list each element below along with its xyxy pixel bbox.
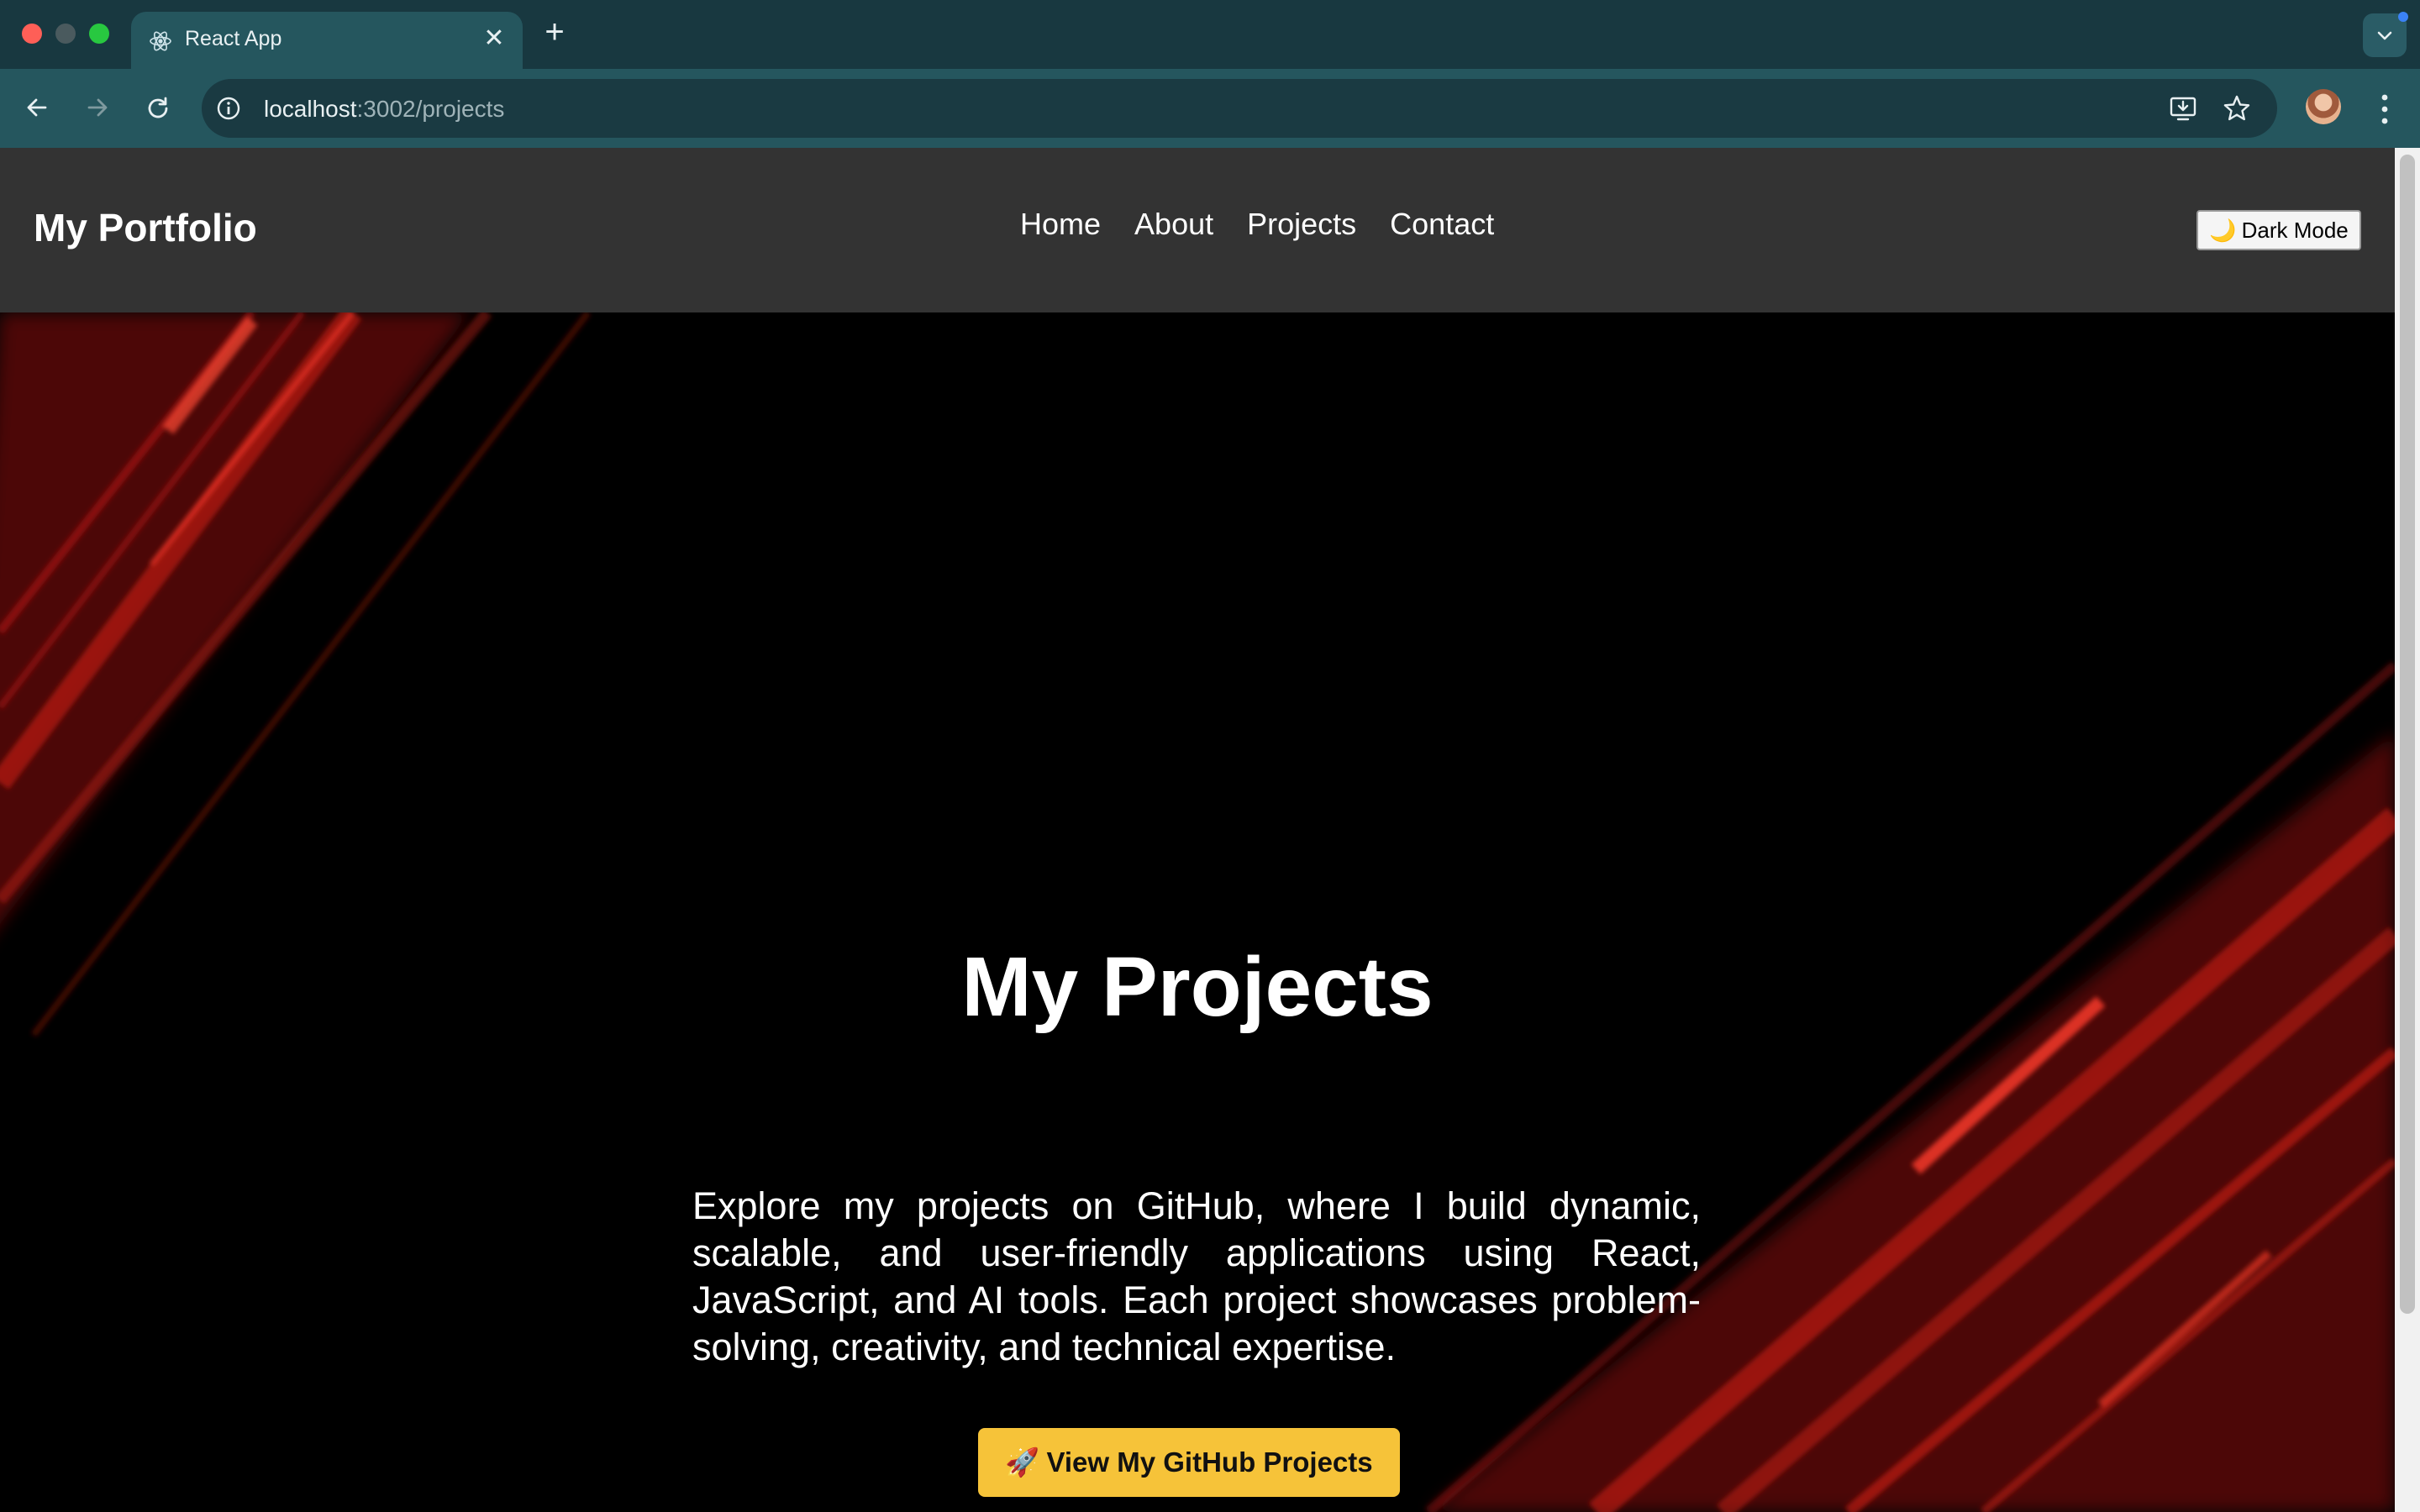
reload-button[interactable]	[138, 87, 178, 128]
forward-button[interactable]	[77, 87, 118, 128]
site-header: My Portfolio Home About Projects Contact…	[0, 148, 2395, 312]
forward-arrow-icon	[87, 98, 108, 117]
kebab-menu-icon[interactable]	[2370, 89, 2400, 129]
close-icon[interactable]: ✕	[479, 24, 509, 54]
scrollbar[interactable]	[2395, 148, 2420, 1512]
page-title: My Projects	[961, 940, 1434, 1034]
info-icon[interactable]	[213, 93, 244, 123]
moon-icon: 🌙	[2209, 217, 2237, 243]
rocket-icon: 🚀	[1005, 1446, 1040, 1478]
dark-mode-label: Dark Mode	[2241, 217, 2349, 243]
back-button[interactable]	[17, 87, 57, 128]
tab-title: React App	[185, 27, 282, 50]
new-tab-button[interactable]: +	[538, 15, 571, 49]
url-path: :3002/projects	[356, 96, 505, 122]
tab-strip: React App ✕ +	[0, 0, 2420, 69]
cta-label: View My GitHub Projects	[1046, 1446, 1373, 1478]
address-bar[interactable]: localhost:3002/projects	[202, 79, 2277, 138]
url-host: localhost	[264, 96, 357, 122]
browser-chrome: React App ✕ + localhost:3002/projects	[0, 0, 2420, 148]
chevron-down-icon	[2377, 31, 2392, 40]
reload-icon	[148, 97, 168, 118]
hero-description: Explore my projects on GitHub, where I b…	[692, 1184, 1701, 1368]
star-icon[interactable]	[2222, 93, 2252, 123]
install-app-icon[interactable]	[2168, 93, 2198, 123]
avatar[interactable]	[2306, 89, 2341, 124]
close-window-button[interactable]	[22, 24, 42, 44]
url-text[interactable]: localhost:3002/projects	[264, 96, 504, 123]
page-viewport: My Portfolio Home About Projects Contact…	[0, 148, 2420, 1512]
scrollbar-thumb[interactable]	[2400, 155, 2415, 1314]
browser-toolbar: localhost:3002/projects	[0, 69, 2420, 148]
nav-link-about[interactable]: About	[1134, 207, 1213, 242]
back-arrow-icon	[27, 98, 47, 117]
tab-active[interactable]: React App ✕	[131, 12, 523, 69]
nav-link-projects[interactable]: Projects	[1247, 207, 1356, 242]
hero-section: My Projects Explore my projects on GitHu…	[0, 312, 2395, 1512]
minimize-window-button[interactable]	[55, 24, 76, 44]
dark-mode-toggle-button[interactable]: 🌙 Dark Mode	[2196, 210, 2361, 250]
site-logo[interactable]: My Portfolio	[34, 205, 257, 250]
nav-link-contact[interactable]: Contact	[1390, 207, 1494, 242]
maximize-window-button[interactable]	[89, 24, 109, 44]
view-github-projects-button[interactable]: 🚀 View My GitHub Projects	[978, 1428, 1400, 1497]
notification-dot	[2398, 12, 2408, 22]
nav-link-home[interactable]: Home	[1020, 207, 1101, 242]
main-nav: Home About Projects Contact	[1020, 207, 1494, 242]
react-logo-icon	[150, 31, 171, 51]
tab-search-button[interactable]	[2363, 12, 2408, 57]
